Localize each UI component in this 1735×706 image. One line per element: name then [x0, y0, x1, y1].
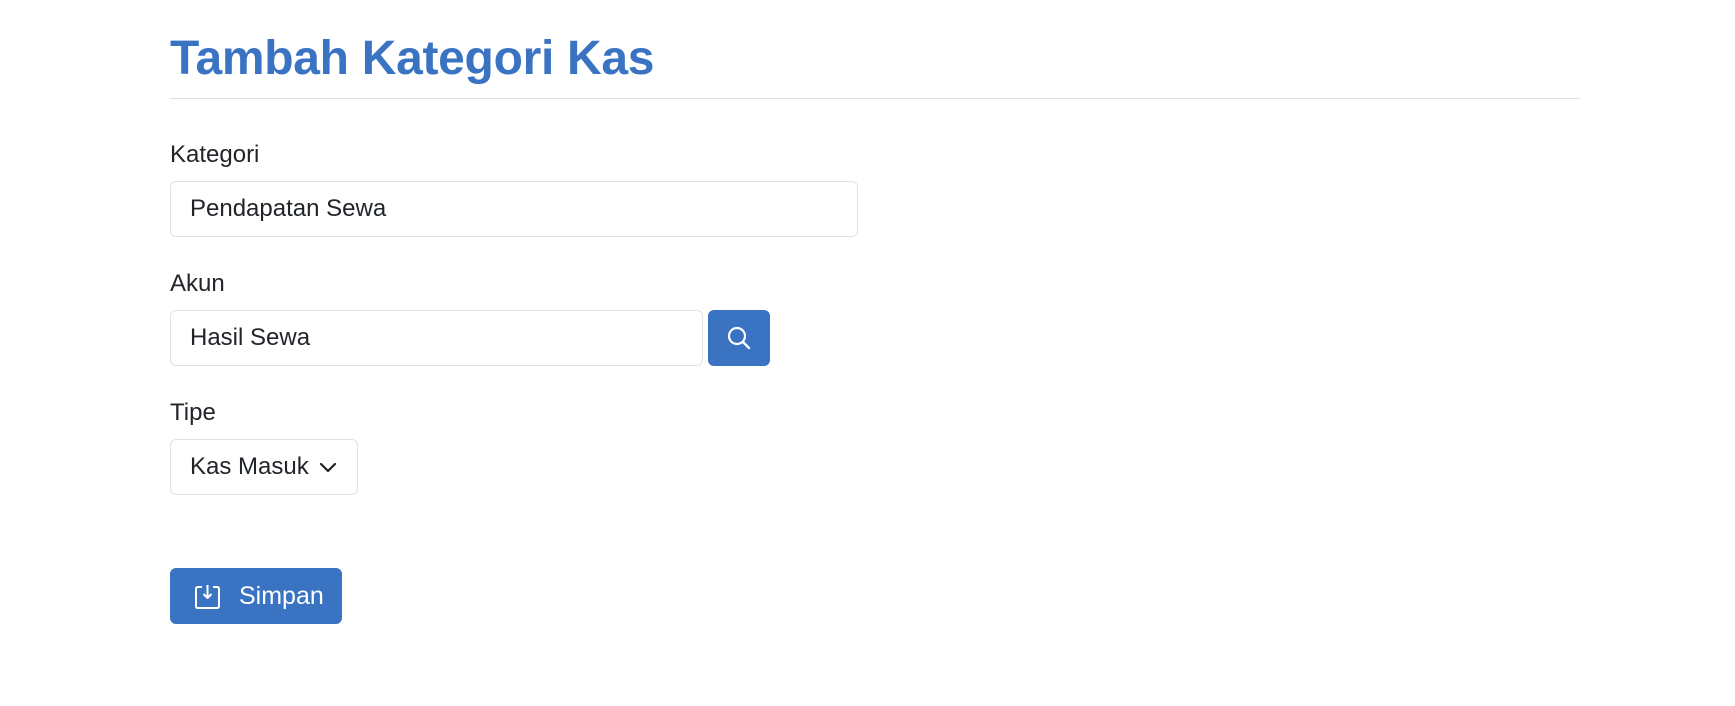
save-button-label: Simpan [239, 581, 324, 610]
page: Tambah Kategori Kas Kategori Akun Tipe [0, 0, 1735, 706]
search-icon [727, 326, 751, 350]
chevron-down-icon [319, 462, 337, 473]
tipe-select[interactable]: Kas Masuk [170, 439, 358, 495]
akun-row [170, 310, 770, 366]
akun-label: Akun [170, 270, 225, 297]
akun-search-button[interactable] [708, 310, 770, 366]
tipe-selected-value: Kas Masuk [190, 453, 309, 480]
page-title: Tambah Kategori Kas [170, 32, 655, 85]
kategori-input[interactable] [170, 181, 858, 237]
save-download-icon [194, 583, 221, 610]
akun-input[interactable] [170, 310, 703, 366]
tipe-group: Tipe Kas Masuk [170, 399, 358, 495]
akun-group: Akun [170, 270, 770, 366]
title-divider [170, 98, 1580, 99]
form-container: Tambah Kategori Kas Kategori Akun Tipe [170, 0, 1580, 624]
kategori-label: Kategori [170, 141, 260, 168]
save-button[interactable]: Simpan [170, 568, 342, 624]
kategori-group: Kategori [170, 141, 858, 237]
tipe-label: Tipe [170, 399, 216, 426]
